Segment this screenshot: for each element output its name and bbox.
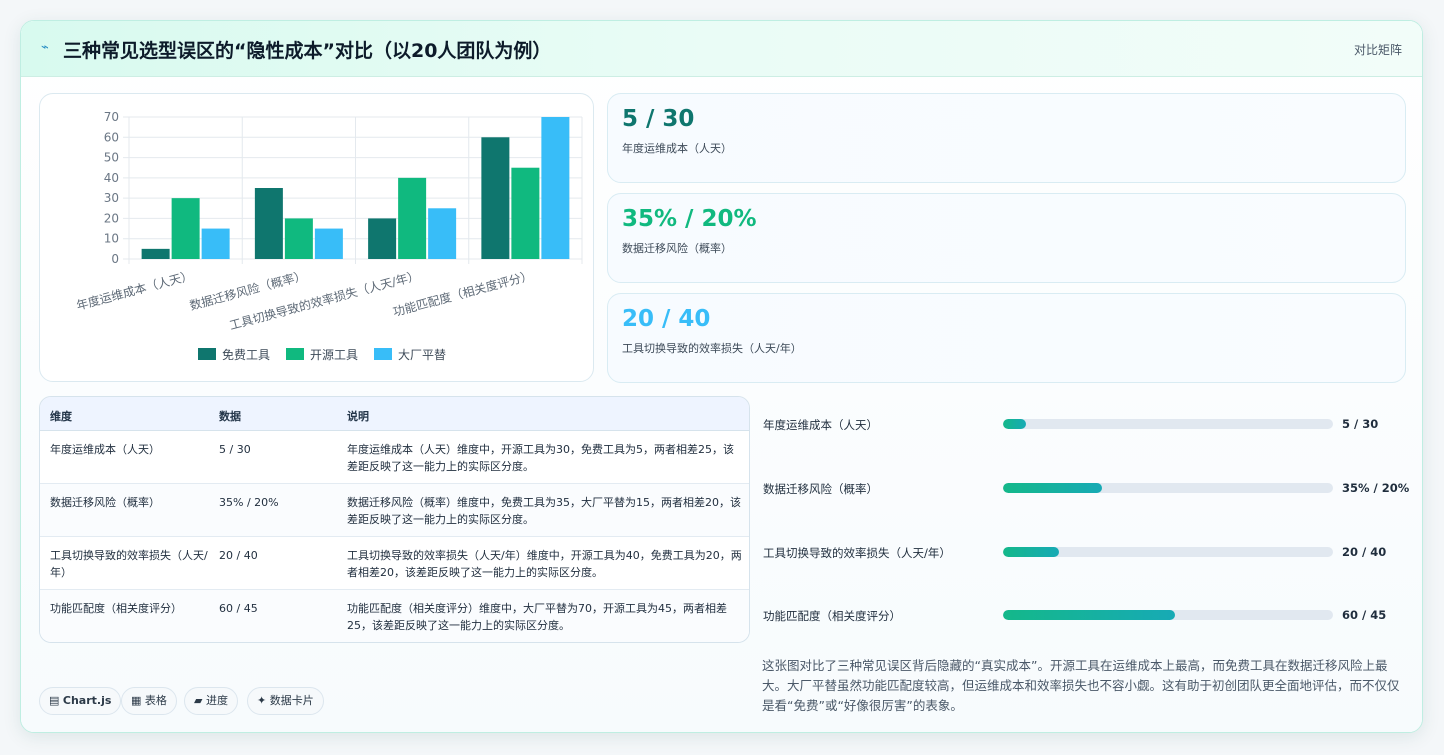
x-tick-label: 工具切换导致的效率损失（人天/年） <box>228 267 421 332</box>
y-tick-label: 50 <box>104 151 119 165</box>
progress-label: 功能匹配度（相关度评分） <box>763 609 901 623</box>
progress-track <box>1003 547 1333 557</box>
progress-track <box>1003 483 1333 493</box>
y-tick-label: 30 <box>104 191 119 205</box>
stat-label: 年度运维成本（人天） <box>622 142 732 155</box>
cell-data: 60 / 45 <box>219 602 258 615</box>
bar <box>254 188 283 259</box>
legend-swatch <box>374 348 392 360</box>
chip-label: Chart.js <box>62 694 112 707</box>
sparkle-icon: ✦ <box>257 694 267 707</box>
progress-value: 35% / 20% <box>1342 481 1410 495</box>
column-header-note: 说明 <box>347 410 369 423</box>
y-tick-label: 40 <box>104 171 119 185</box>
progress-label: 工具切换导致的效率损失（人天/年） <box>763 546 951 560</box>
stat-label: 工具切换导致的效率损失（人天/年） <box>622 342 802 355</box>
stat-card-1: 5 / 30 年度运维成本（人天） <box>607 93 1406 183</box>
bar <box>368 218 397 259</box>
progress-fill <box>1003 483 1102 493</box>
y-tick-label: 10 <box>104 232 119 246</box>
column-header-dimension: 维度 <box>50 410 72 423</box>
bar <box>541 117 570 259</box>
card-header: ⌁ 三种常见选型误区的“隐性成本”对比（以20人团队为例） 对比矩阵 <box>21 21 1422 77</box>
cell-dimension: 工具切换导致的效率损失（人天/年） <box>50 549 208 579</box>
bolt-icon: ⌁ <box>41 40 49 55</box>
legend-label: 大厂平替 <box>398 348 446 362</box>
table-row: 数据迁移风险（概率） 35% / 20% 数据迁移风险（概率）维度中，免费工具为… <box>40 484 749 537</box>
bar <box>171 198 200 259</box>
table-header: 维度 数据 说明 <box>40 397 749 431</box>
stat-value: 20 / 40 <box>622 306 711 332</box>
bar <box>398 177 427 259</box>
bar <box>511 167 540 259</box>
legend-swatch <box>198 348 216 360</box>
chart-icon: ▤ <box>49 694 60 707</box>
view-tag[interactable]: 对比矩阵 <box>1354 41 1402 58</box>
y-tick-label: 70 <box>104 110 119 124</box>
chip-chartjs[interactable]: ▤ Chart.js <box>39 687 122 715</box>
cell-dimension: 数据迁移风险（概率） <box>50 496 160 509</box>
table-icon: ▦ <box>131 694 142 707</box>
chip-label: 数据卡片 <box>269 694 314 707</box>
y-tick-label: 0 <box>111 252 119 266</box>
comparison-card: ⌁ 三种常见选型误区的“隐性成本”对比（以20人团队为例） 对比矩阵 0 10 20… <box>20 20 1423 733</box>
chip-label: 表格 <box>144 694 167 707</box>
progress-track <box>1003 419 1333 429</box>
cell-note: 数据迁移风险（概率）维度中，免费工具为35，大厂平替为15，两者相差20，该差距… <box>347 496 741 526</box>
y-tick-label: 60 <box>104 130 119 144</box>
stat-card-2: 35% / 20% 数据迁移风险（概率） <box>607 193 1406 283</box>
cell-note: 年度运维成本（人天）维度中，开源工具为30，免费工具为5，两者相差25，该差距反… <box>347 443 734 473</box>
legend-label: 开源工具 <box>310 348 358 362</box>
legend-swatch <box>286 348 304 360</box>
progress-row: 年度运维成本（人天） 5 / 30 <box>761 414 1411 434</box>
bar <box>201 228 230 259</box>
column-header-data: 数据 <box>219 410 241 423</box>
progress-value: 20 / 40 <box>1342 545 1387 559</box>
data-table: 维度 数据 说明 年度运维成本（人天） 5 / 30 年度运维成本（人天）维度中… <box>39 396 750 643</box>
legend-label: 免费工具 <box>222 347 270 362</box>
stat-value: 5 / 30 <box>622 106 695 132</box>
bar <box>428 208 457 259</box>
bar <box>284 218 313 259</box>
progress-icon: ▰ <box>194 694 203 707</box>
progress-row: 工具切换导致的效率损失（人天/年） 20 / 40 <box>761 542 1411 562</box>
bar <box>314 228 343 259</box>
progress-track <box>1003 610 1333 620</box>
x-tick-label: 年度运维成本（人天） <box>75 267 195 313</box>
cell-data: 35% / 20% <box>219 496 279 509</box>
stat-value: 35% / 20% <box>622 206 757 232</box>
y-tick-label: 20 <box>104 211 119 225</box>
cell-note: 工具切换导致的效率损失（人天/年）维度中，开源工具为40，免费工具为20，两者相… <box>347 549 742 579</box>
bar <box>141 248 170 259</box>
progress-label: 年度运维成本（人天） <box>763 418 878 432</box>
progress-fill <box>1003 419 1027 429</box>
cell-data: 5 / 30 <box>219 443 251 456</box>
cell-dimension: 功能匹配度（相关度评分） <box>50 602 182 615</box>
cell-dimension: 年度运维成本（人天） <box>50 443 160 456</box>
chip-label: 进度 <box>205 694 228 707</box>
progress-row: 数据迁移风险（概率） 35% / 20% <box>761 478 1411 498</box>
progress-fill <box>1003 547 1060 557</box>
progress-value: 60 / 45 <box>1342 608 1387 622</box>
cell-note: 功能匹配度（相关度评分）维度中，大厂平替为70，开源工具为45，两者相差25，该… <box>347 602 727 632</box>
bar-chart: 010203040506070年度运维成本（人天）数据迁移风险（概率）工具切换导… <box>75 110 583 362</box>
stat-label: 数据迁移风险（概率） <box>622 242 732 255</box>
chip-progress[interactable]: ▰ 进度 <box>184 687 238 715</box>
stat-card-3: 20 / 40 工具切换导致的效率损失（人天/年） <box>607 293 1406 383</box>
chip-data-card[interactable]: ✦ 数据卡片 <box>247 687 324 715</box>
progress-row: 功能匹配度（相关度评分） 60 / 45 <box>761 605 1411 625</box>
progress-value: 5 / 30 <box>1342 417 1379 431</box>
progress-label: 数据迁移风险（概率） <box>763 482 878 496</box>
page-title: 三种常见选型误区的“隐性成本”对比（以20人团队为例） <box>63 40 552 62</box>
table-row: 功能匹配度（相关度评分） 60 / 45 功能匹配度（相关度评分）维度中，大厂平… <box>40 590 749 642</box>
bar <box>481 137 510 259</box>
bar-chart-panel: 0 10 20 30 40 50 60 70 年度运维成本（人天） 数据迁移风险（概率） 工具切换导… <box>39 93 594 382</box>
chip-table[interactable]: ▦ 表格 <box>121 687 177 715</box>
summary-text: 这张图对比了三种常见误区背后隐藏的“真实成本”。开源工具在运维成本上最高，而免费… <box>762 658 1400 713</box>
table-row: 年度运维成本（人天） 5 / 30 年度运维成本（人天）维度中，开源工具为30，… <box>40 431 749 484</box>
progress-fill <box>1003 610 1175 620</box>
table-row: 工具切换导致的效率损失（人天/年） 20 / 40 工具切换导致的效率损失（人天… <box>40 537 749 590</box>
cell-data: 20 / 40 <box>219 549 258 562</box>
